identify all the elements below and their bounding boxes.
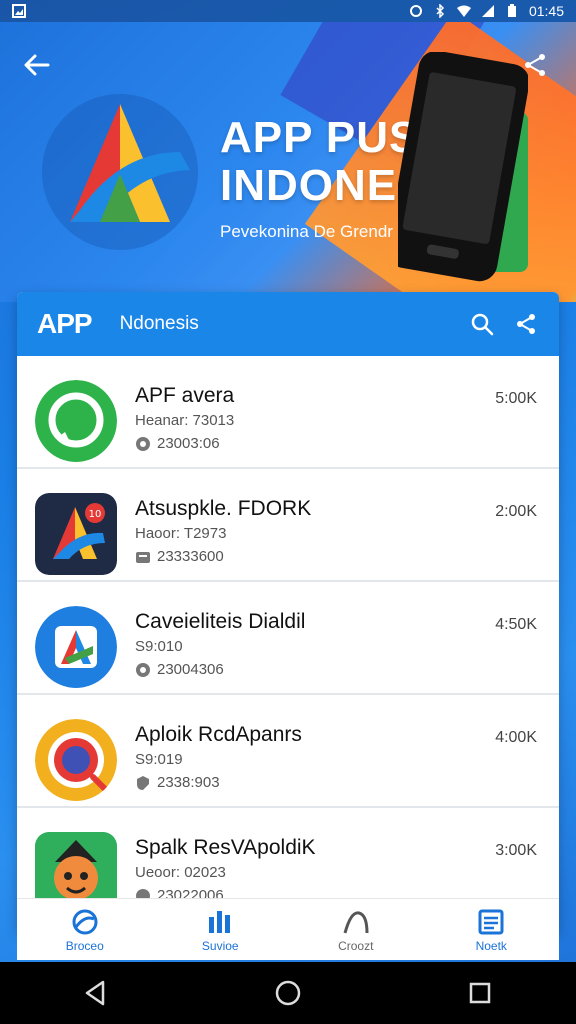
hero-banner: APP PUSAN INDONESIA Pevekonina De Grendr <box>0 22 576 302</box>
list-item[interactable]: Caveieliteis Dialdil S9:010 23004306 4:5… <box>17 582 559 695</box>
app-name: Spalk ResVApoldiK <box>135 836 316 859</box>
nav-label: Suvioe <box>201 938 239 953</box>
system-navigation-bar <box>0 962 576 1024</box>
nav-label: Broceo <box>65 938 104 953</box>
shield-icon <box>136 436 150 451</box>
list-item[interactable]: Aploik RcdApanrs S9:019 2338:903 4:00K <box>17 695 559 808</box>
nav-label: Croozt <box>338 938 374 953</box>
shield-icon <box>136 662 150 677</box>
nav-item-croozt[interactable]: Croozt <box>288 899 424 960</box>
list-item[interactable]: APF avera Heanar: 73013 23003:06 5:00K <box>17 356 559 469</box>
app-stat-value: 23333600 <box>157 548 224 565</box>
signal-icon <box>481 5 494 17</box>
hero-subtitle: Pevekonina De Grendr <box>220 222 393 241</box>
app-size: 2:00K <box>495 503 537 520</box>
app-stat-value: 23003:06 <box>157 435 220 452</box>
app-stat: 23004306 <box>135 661 539 678</box>
wifi-icon <box>456 5 471 17</box>
status-time: 01:45 <box>528 3 564 19</box>
app-logo-icon <box>42 94 198 250</box>
app-version: Heanar: 73013 <box>135 412 235 429</box>
battery-icon <box>507 4 516 17</box>
app-name: Caveieliteis Dialdil <box>135 610 306 633</box>
app-size: 4:50K <box>495 616 537 633</box>
app-stat: 2338:903 <box>135 774 539 791</box>
app-version: Ueoor: 02023 <box>135 864 226 881</box>
app-size: 5:00K <box>495 390 537 407</box>
card-toolbar: APP Ndonesis <box>17 292 559 356</box>
blue-a-icon <box>35 606 117 688</box>
grid-chart-icon <box>209 910 231 933</box>
recents-square-icon[interactable] <box>465 978 495 1008</box>
phone-illustration-icon <box>398 52 528 282</box>
shield-icon <box>137 775 149 790</box>
app-stat: 23333600 <box>135 548 539 565</box>
card-logo[interactable]: APP <box>37 308 93 340</box>
nav-item-noetk[interactable]: Noetk <box>424 899 560 960</box>
app-version: S9:019 <box>135 751 183 768</box>
green-chat-icon <box>35 380 117 462</box>
nav-item-broceo[interactable]: Broceo <box>17 899 153 960</box>
share-icon[interactable] <box>513 311 539 337</box>
app-version: Haoor: T2973 <box>135 525 227 542</box>
alarm-icon <box>409 5 422 17</box>
app-name: Atsuspkle. FDORK <box>135 497 312 520</box>
search-icon[interactable] <box>469 311 495 337</box>
nav-label: Noetk <box>475 938 507 953</box>
app-version: S9:010 <box>135 638 183 655</box>
tab-indonesia[interactable]: Ndonesis <box>120 313 451 335</box>
bottom-navigation: Broceo Suvioe Croozt Noetk <box>17 898 559 960</box>
list-item[interactable]: 10 Atsuspkle. FDORK Haoor: T2973 2333360… <box>17 469 559 582</box>
app-name: APF avera <box>135 384 235 407</box>
app-size: 4:00K <box>495 729 537 746</box>
swirl-icon <box>72 909 98 934</box>
bluetooth-icon <box>436 4 445 18</box>
home-circle-icon[interactable] <box>273 978 303 1008</box>
image-icon <box>12 4 26 18</box>
box-icon <box>136 551 150 563</box>
back-triangle-icon[interactable] <box>81 978 111 1008</box>
document-icon <box>478 909 504 934</box>
app-stat-value: 23004306 <box>157 661 224 678</box>
curve-icon <box>343 910 369 933</box>
play-a-icon: 10 <box>35 493 117 575</box>
app-size: 3:00K <box>495 842 537 859</box>
app-list-card: APP Ndonesis APF avera Heanar: 73013 230… <box>17 292 559 932</box>
app-name: Aploik RcdApanrs <box>135 723 302 746</box>
nav-item-suvioe[interactable]: Suvioe <box>153 899 289 960</box>
svg-text:10: 10 <box>89 509 102 520</box>
status-bar: 01:45 <box>0 0 576 22</box>
back-arrow-icon[interactable] <box>22 50 52 80</box>
target-icon <box>35 719 117 801</box>
app-stat: 23003:06 <box>135 435 539 452</box>
app-stat-value: 2338:903 <box>157 774 220 791</box>
